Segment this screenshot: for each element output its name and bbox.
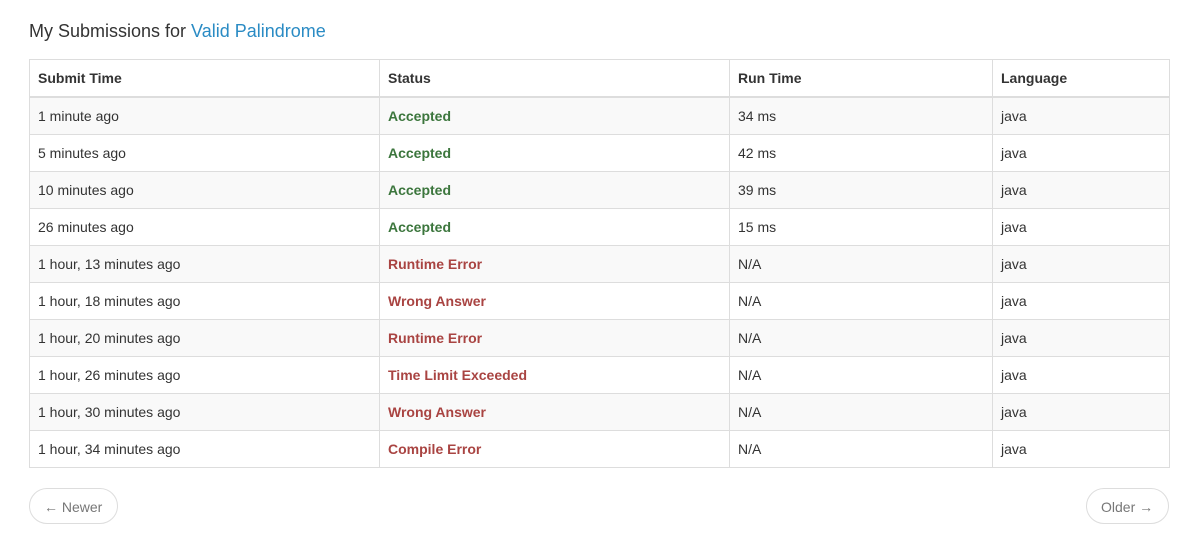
- language-cell: java: [992, 208, 1170, 246]
- table-row: 1 hour, 26 minutes ago Time Limit Exceed…: [29, 356, 1170, 394]
- submit-time-cell: 1 hour, 18 minutes ago: [29, 282, 380, 320]
- submit-time-cell: 5 minutes ago: [29, 134, 380, 172]
- language-cell: java: [992, 134, 1170, 172]
- run-time-cell: N/A: [729, 356, 993, 394]
- submit-time-cell: 1 hour, 20 minutes ago: [29, 319, 380, 357]
- language-cell: java: [992, 96, 1170, 135]
- table-row: 1 hour, 13 minutes ago Runtime Error N/A…: [29, 245, 1170, 283]
- older-button[interactable]: Older →: [1086, 488, 1169, 524]
- status-link[interactable]: Wrong Answer: [379, 393, 730, 431]
- language-cell: java: [992, 430, 1170, 468]
- submit-time-cell: 1 minute ago: [29, 96, 380, 135]
- arrow-left-icon: ←: [44, 499, 58, 515]
- arrow-right-icon: →: [1139, 499, 1154, 515]
- submit-time-cell: 1 hour, 34 minutes ago: [29, 430, 380, 468]
- newer-button[interactable]: ← Newer: [29, 488, 118, 524]
- page-title: My Submissions for Valid Palindrome: [29, 19, 326, 43]
- older-label: Older: [1101, 499, 1136, 515]
- submit-time-cell: 10 minutes ago: [29, 171, 380, 209]
- table-body: 1 minute ago Accepted 34 ms java 5 minut…: [29, 96, 1170, 468]
- header-run-time: Run Time: [729, 59, 993, 98]
- status-link[interactable]: Accepted: [379, 208, 730, 246]
- submissions-table: Submit Time Status Run Time Language 1 m…: [29, 59, 1170, 468]
- language-cell: java: [992, 171, 1170, 209]
- status-link[interactable]: Runtime Error: [379, 319, 730, 357]
- status-link[interactable]: Runtime Error: [379, 245, 730, 283]
- table-row: 1 hour, 20 minutes ago Runtime Error N/A…: [29, 319, 1170, 357]
- header-language: Language: [992, 59, 1170, 98]
- run-time-cell: N/A: [729, 430, 993, 468]
- run-time-cell: N/A: [729, 245, 993, 283]
- table-row: 10 minutes ago Accepted 39 ms java: [29, 171, 1170, 209]
- header-row: Submit Time Status Run Time Language: [29, 59, 1170, 98]
- submit-time-cell: 1 hour, 30 minutes ago: [29, 393, 380, 431]
- language-cell: java: [992, 356, 1170, 394]
- problem-link[interactable]: Valid Palindrome: [191, 21, 326, 41]
- table-row: 1 hour, 18 minutes ago Wrong Answer N/A …: [29, 282, 1170, 320]
- header-submit-time: Submit Time: [29, 59, 380, 98]
- table-row: 1 hour, 34 minutes ago Compile Error N/A…: [29, 430, 1170, 468]
- table-header: Submit Time Status Run Time Language: [29, 59, 1170, 98]
- language-cell: java: [992, 319, 1170, 357]
- language-cell: java: [992, 282, 1170, 320]
- submit-time-cell: 1 hour, 26 minutes ago: [29, 356, 380, 394]
- status-link[interactable]: Time Limit Exceeded: [379, 356, 730, 394]
- status-link[interactable]: Compile Error: [379, 430, 730, 468]
- table-row: 26 minutes ago Accepted 15 ms java: [29, 208, 1170, 246]
- run-time-cell: 34 ms: [729, 96, 993, 135]
- status-link[interactable]: Wrong Answer: [379, 282, 730, 320]
- status-link[interactable]: Accepted: [379, 134, 730, 172]
- newer-label: Newer: [61, 499, 103, 515]
- page-title-prefix: My Submissions for: [29, 21, 192, 41]
- submit-time-cell: 1 hour, 13 minutes ago: [29, 245, 380, 283]
- run-time-cell: N/A: [729, 282, 993, 320]
- table-row: 5 minutes ago Accepted 42 ms java: [29, 134, 1170, 172]
- run-time-cell: 15 ms: [729, 208, 993, 246]
- language-cell: java: [992, 245, 1170, 283]
- run-time-cell: N/A: [729, 319, 993, 357]
- run-time-cell: N/A: [729, 393, 993, 431]
- table-row: 1 minute ago Accepted 34 ms java: [29, 96, 1170, 135]
- table-row: 1 hour, 30 minutes ago Wrong Answer N/A …: [29, 393, 1170, 431]
- run-time-cell: 39 ms: [729, 171, 993, 209]
- submit-time-cell: 26 minutes ago: [29, 208, 380, 246]
- status-link[interactable]: Accepted: [379, 96, 730, 135]
- header-status: Status: [379, 59, 730, 98]
- status-link[interactable]: Accepted: [379, 171, 730, 209]
- run-time-cell: 42 ms: [729, 134, 993, 172]
- language-cell: java: [992, 393, 1170, 431]
